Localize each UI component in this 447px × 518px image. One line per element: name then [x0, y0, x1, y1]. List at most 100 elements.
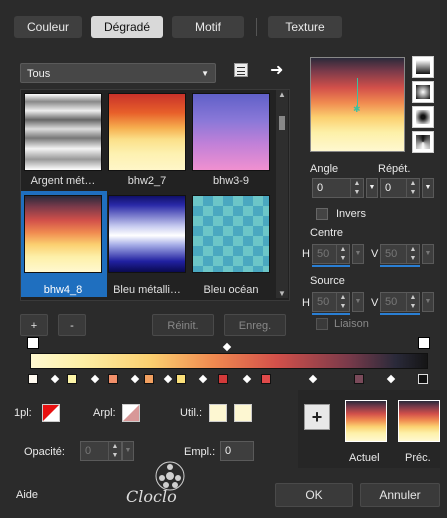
color-midpoint[interactable]: [90, 374, 100, 384]
help-link[interactable]: Aide: [16, 489, 38, 501]
source-h-spinner[interactable]: 50 ▲ ▼: [312, 292, 350, 312]
center-v-dropdown[interactable]: ▼: [422, 244, 434, 264]
category-dropdown[interactable]: Tous ▼: [20, 63, 216, 83]
first-plan-swatch[interactable]: [42, 404, 60, 422]
color-midpoint[interactable]: [130, 374, 140, 384]
color-midpoint[interactable]: [386, 374, 396, 384]
arrow-right-icon[interactable]: ➜: [270, 60, 283, 80]
angle-label: Angle: [310, 163, 339, 175]
list-scrollbar[interactable]: ▲ ▼: [276, 90, 288, 298]
save-gradient-button[interactable]: Enreg.: [224, 314, 286, 336]
color-stop[interactable]: [67, 374, 77, 384]
preset-menu-icon[interactable]: [234, 63, 248, 77]
repeat-spinner[interactable]: 0 ▲ ▼: [380, 178, 420, 198]
spinner-arrows-icon[interactable]: ▲ ▼: [350, 179, 363, 197]
gradient-preview[interactable]: ✱: [310, 57, 405, 152]
color-stop[interactable]: [176, 374, 186, 384]
tab-couleur[interactable]: Couleur: [14, 16, 82, 38]
gradient-editor-bar[interactable]: [30, 353, 428, 369]
gradient-thumb-bhw2-7[interactable]: [108, 93, 186, 171]
source-v-slider[interactable]: [380, 313, 420, 315]
reset-button[interactable]: Réinit.: [152, 314, 214, 336]
gradient-thumb-bhw4-8[interactable]: [24, 195, 102, 273]
color-midpoint[interactable]: [198, 374, 208, 384]
spinner-arrows-icon[interactable]: ▲ ▼: [336, 245, 349, 263]
gradient-thumb-bhw3-9[interactable]: [192, 93, 270, 171]
color-stop[interactable]: [418, 374, 428, 384]
color-stop[interactable]: [218, 374, 228, 384]
radial-style-button[interactable]: [412, 81, 434, 103]
repeat-dropdown[interactable]: ▼: [422, 178, 434, 198]
spinner-arrows-icon[interactable]: ▲ ▼: [406, 245, 419, 263]
cancel-button[interactable]: Annuler: [360, 483, 440, 507]
used-color-swatch[interactable]: [209, 404, 227, 422]
center-h-spinner[interactable]: 50 ▲ ▼: [312, 244, 350, 264]
repeat-value: 0: [385, 182, 392, 194]
center-v-slider[interactable]: [380, 265, 420, 267]
color-midpoint[interactable]: [242, 374, 252, 384]
rectangular-style-button[interactable]: [412, 106, 434, 128]
cloclo-logo: Cloclo: [118, 458, 208, 508]
spinner-arrows-icon[interactable]: ▲ ▼: [406, 293, 419, 311]
ok-button[interactable]: OK: [275, 483, 353, 507]
color-stop[interactable]: [354, 374, 364, 384]
source-h-dropdown[interactable]: ▼: [352, 292, 364, 312]
source-h-slider[interactable]: [312, 313, 350, 315]
tab-texture[interactable]: Texture: [268, 16, 342, 38]
link-checkbox[interactable]: [316, 318, 328, 330]
chevron-down-icon: ▼: [424, 298, 432, 305]
color-stop[interactable]: [28, 374, 38, 384]
color-stop[interactable]: [261, 374, 271, 384]
background-plan-label: Arpl:: [93, 407, 116, 419]
chevron-down-icon: ▼: [354, 250, 362, 257]
gradient-thumb-argent[interactable]: [24, 93, 102, 171]
background-plan-swatch[interactable]: [122, 404, 140, 422]
first-plan-label: 1pl:: [14, 407, 32, 419]
link-label: Liaison: [334, 318, 369, 330]
color-midpoint[interactable]: [50, 374, 60, 384]
gradient-label: Bleu métalli…: [113, 284, 181, 296]
svg-text:Cloclo: Cloclo: [126, 487, 177, 506]
scroll-up-icon[interactable]: ▲: [276, 90, 288, 99]
source-v-spinner[interactable]: 50 ▲ ▼: [380, 292, 420, 312]
tab-degrade[interactable]: Dégradé: [91, 16, 163, 38]
used-color-swatch-2[interactable]: [234, 404, 252, 422]
angle-handle-icon[interactable]: ✱: [353, 104, 361, 115]
center-h-dropdown[interactable]: ▼: [352, 244, 364, 264]
color-midpoint[interactable]: [308, 374, 318, 384]
source-v-dropdown[interactable]: ▼: [422, 292, 434, 312]
scroll-thumb[interactable]: [279, 116, 285, 130]
sunburst-style-button[interactable]: [412, 131, 434, 153]
current-gradient-swatch[interactable]: [345, 400, 387, 442]
invert-label: Invers: [336, 208, 366, 220]
gradient-thumb-bleu-metallique[interactable]: [108, 195, 186, 273]
previous-gradient-swatch[interactable]: [398, 400, 440, 442]
color-stop[interactable]: [144, 374, 154, 384]
remove-gradient-button[interactable]: -: [58, 314, 86, 336]
color-midpoint[interactable]: [163, 374, 173, 384]
color-stop[interactable]: [108, 374, 118, 384]
center-v-spinner[interactable]: 50 ▲ ▼: [380, 244, 420, 264]
tab-motif[interactable]: Motif: [172, 16, 244, 38]
add-gradient-button[interactable]: +: [20, 314, 48, 336]
scroll-down-icon[interactable]: ▼: [276, 289, 288, 298]
gradient-label: Bleu océan: [203, 284, 259, 296]
opacity-stop-right[interactable]: [418, 337, 430, 349]
spinner-arrows-icon[interactable]: ▲ ▼: [406, 179, 419, 197]
gradient-label: Argent mét…: [30, 175, 96, 187]
opacity-stop-left[interactable]: [27, 337, 39, 349]
opacity-spinner[interactable]: 0 ▲ ▼: [80, 441, 122, 461]
position-field[interactable]: 0: [220, 441, 254, 461]
source-v-value: 50: [385, 296, 398, 308]
tab-separator: [256, 18, 257, 36]
linear-style-button[interactable]: [412, 56, 434, 78]
angle-spinner[interactable]: 0 ▲ ▼: [312, 178, 364, 198]
angle-dropdown[interactable]: ▼: [366, 178, 378, 198]
background-color-icon: [123, 405, 139, 421]
opacity-midpoint[interactable]: [222, 342, 232, 352]
invert-checkbox[interactable]: [316, 208, 328, 220]
spinner-arrows-icon[interactable]: ▲ ▼: [336, 293, 349, 311]
center-h-slider[interactable]: [312, 265, 350, 267]
add-swatch-button[interactable]: +: [304, 404, 330, 430]
gradient-thumb-bleu-ocean[interactable]: [192, 195, 270, 273]
